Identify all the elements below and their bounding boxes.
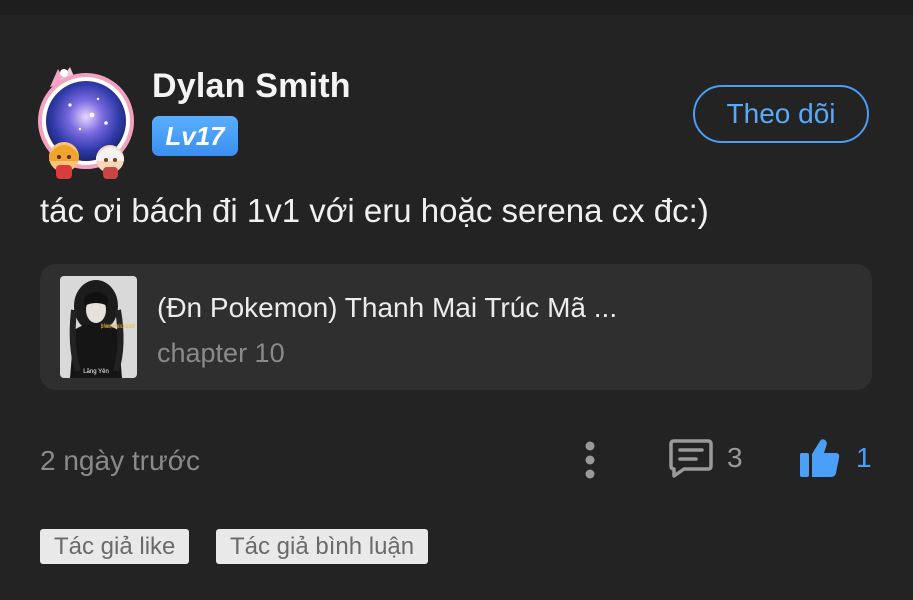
more-options-button[interactable]	[575, 437, 605, 483]
story-cover-title: (Đn Pokemon) Thanh mai trúc mã của Satos…	[101, 324, 135, 330]
avatar[interactable]	[36, 65, 136, 183]
reply-count: 3	[727, 442, 743, 473]
story-title: (Đn Pokemon) Thanh Mai Trúc Mã ...	[157, 292, 618, 323]
story-card[interactable]: (Đn Pokemon) Thanh mai trúc mã của Satos…	[40, 264, 872, 390]
comment-text: tác ơi bách đi 1v1 với eru hoặc serena c…	[40, 192, 709, 229]
author-name[interactable]: Dylan Smith	[152, 67, 351, 106]
like-count: 1	[856, 442, 872, 473]
author-liked-tag: Tác giả like	[40, 529, 190, 564]
thumbs-up-icon	[800, 439, 840, 477]
comment-bubble-icon	[669, 439, 713, 478]
level-badge: Lv17	[152, 116, 238, 156]
comment-item: Dylan Smith Lv17 Theo dõi tác ơi bách đi…	[0, 15, 913, 600]
story-chapter: chapter 10	[157, 338, 285, 368]
story-cover-image: (Đn Pokemon) Thanh mai trúc mã của Satos…	[60, 276, 137, 378]
timestamp: 2 ngày trước	[40, 445, 201, 476]
author-commented-tag: Tác giả bình luận	[216, 529, 429, 564]
story-cover: (Đn Pokemon) Thanh mai trúc mã của Satos…	[60, 276, 137, 378]
follow-button[interactable]: Theo dõi	[693, 85, 869, 143]
story-cover-author: Lăng Yên	[83, 369, 109, 375]
anime-avatar-icon	[38, 67, 134, 179]
top-divider	[0, 0, 913, 15]
more-vertical-icon	[585, 441, 595, 479]
